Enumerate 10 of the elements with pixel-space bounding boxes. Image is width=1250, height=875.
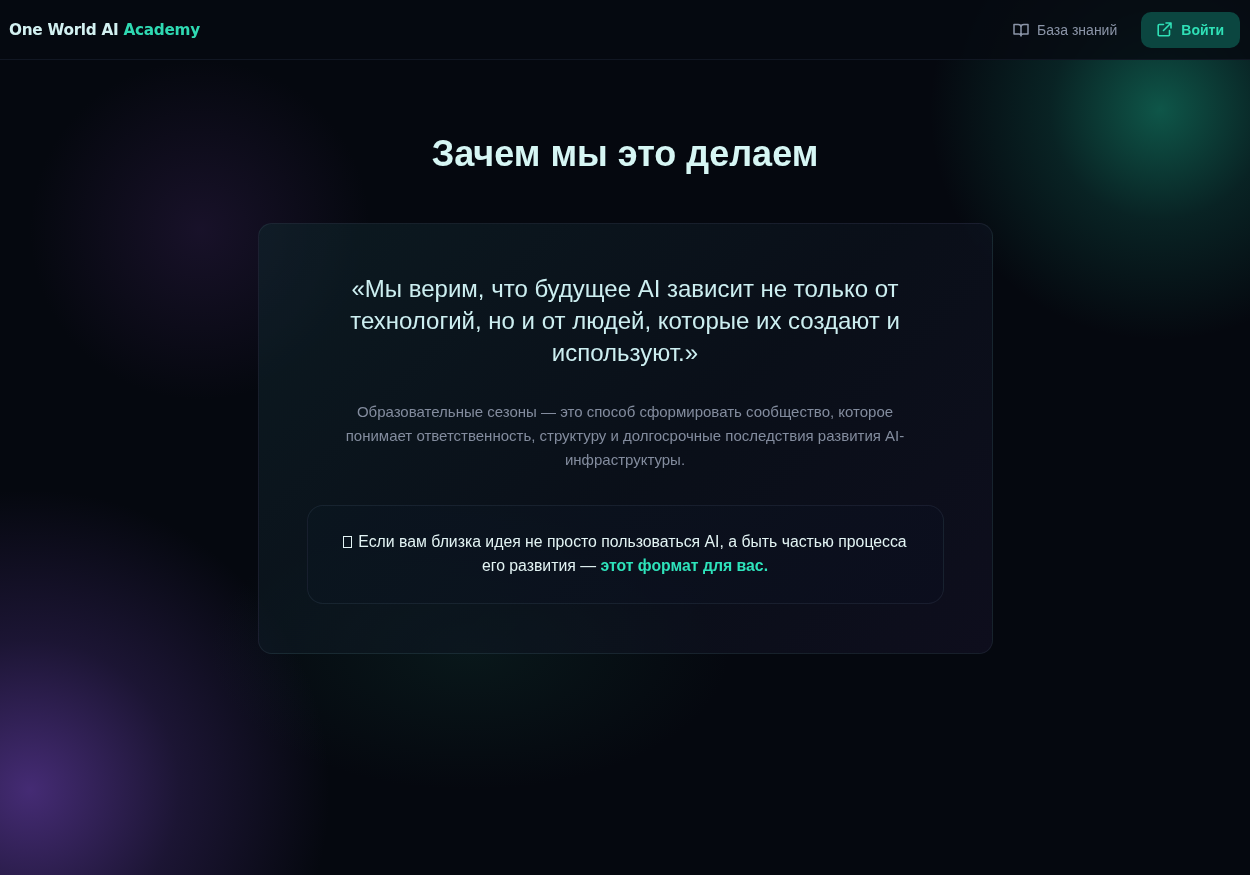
quote-text: «Мы верим, что будущее AI зависит не только от технологий, но и от людей, которые их создают и используют.» <box>349 274 901 368</box>
description-text: Образовательные сезоны — это способ сформировать сообщество, которое понимает ответственность, структуру и долгосрочные последствия развития AI-инфраструктуры. <box>344 402 906 470</box>
section-title: Зачем мы это делаем <box>431 133 819 175</box>
square-outline-icon <box>343 536 353 548</box>
external-link-icon <box>1157 22 1173 37</box>
logo-link[interactable]: One World AI Academy <box>9 20 200 39</box>
callout-text: Если вам близка идея не просто пользоваться AI, а быть частью процесса его развития — этот формат для вас. <box>358 533 907 574</box>
book-icon <box>1013 22 1030 37</box>
knowledge-base-link[interactable]: База знаний <box>1013 21 1118 38</box>
login-button[interactable]: Войти <box>1141 11 1240 48</box>
